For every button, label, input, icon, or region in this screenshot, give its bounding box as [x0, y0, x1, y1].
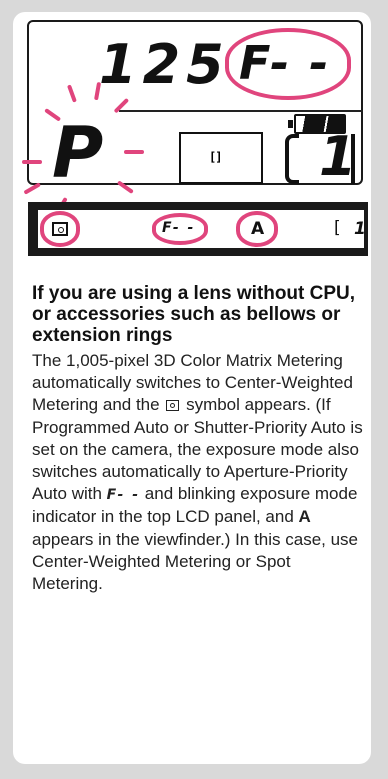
center-weighted-metering-icon [166, 400, 180, 412]
metering-symbol: [] [209, 150, 222, 164]
lcd-divider [119, 110, 363, 112]
lcd-exposure-mode: P [52, 112, 110, 194]
inline-mode-a: A [298, 507, 311, 527]
body-text: The 1,005-pixel 3D Color Matrix Metering… [32, 350, 366, 595]
lcd-metering-box: [] [179, 132, 263, 184]
lcd-shutter-speed: 125 [99, 33, 230, 96]
blink-ray-icon [124, 150, 144, 154]
vf-aperture-display: F- - [162, 220, 196, 236]
vf-frame-count: 1 [354, 219, 366, 239]
center-weighted-metering-icon [52, 222, 68, 236]
viewfinder-inner: F- - A [ 1 [38, 210, 366, 248]
blink-ray-icon [22, 160, 42, 164]
section-heading: If you are using a lens without CPU, or … [32, 283, 356, 346]
frame-bracket-left [285, 134, 299, 184]
body-part-4: appears in the viewfinder.) In this case… [32, 529, 359, 594]
vf-exposure-mode: A [251, 219, 265, 239]
vf-frame-bracket: [ [334, 218, 341, 238]
viewfinder-display: F- - A [ 1 [28, 202, 368, 256]
lcd-frame-count: 1 [319, 125, 363, 188]
inline-aperture-display: F- - [106, 487, 141, 504]
lcd-aperture-display: F- - [239, 36, 331, 90]
